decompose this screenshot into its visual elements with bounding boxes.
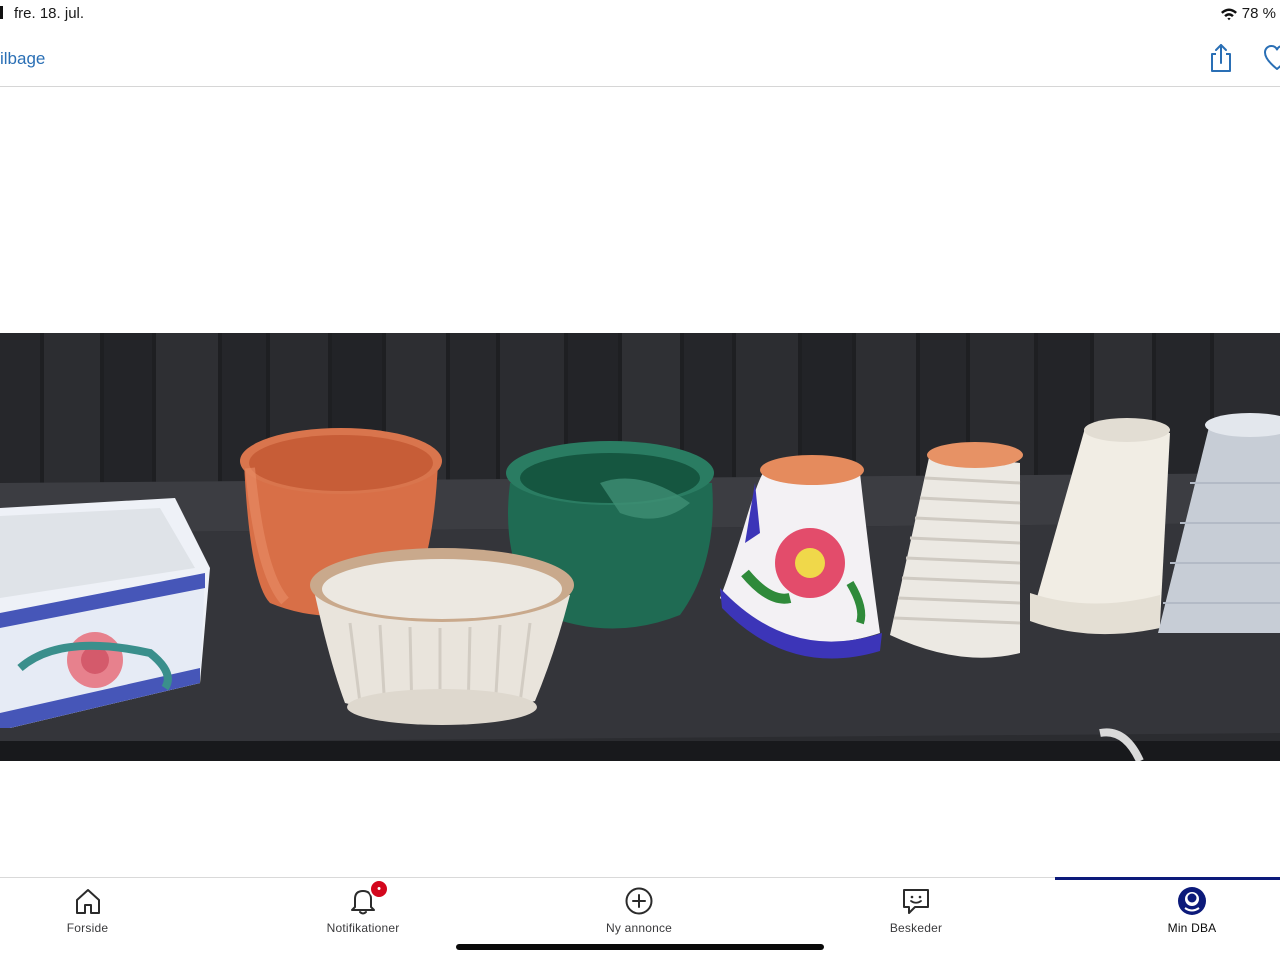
status-left: fre. 18. jul. bbox=[0, 5, 84, 22]
nav-bar: ilbage bbox=[0, 30, 1280, 87]
status-date: fre. 18. jul. bbox=[14, 5, 85, 22]
status-edge-glyph bbox=[0, 6, 3, 19]
tab-notifikationer-label: Notifikationer bbox=[326, 921, 400, 935]
tab-ny-annonce-label: Ny annonce bbox=[605, 921, 673, 935]
listing-photo[interactable] bbox=[0, 333, 1280, 761]
plus-circle-icon bbox=[625, 887, 653, 915]
tab-min-dba-label: Min DBA bbox=[1167, 921, 1217, 935]
heart-icon bbox=[1264, 45, 1280, 70]
tab-beskeder-label: Beskeder bbox=[889, 921, 943, 935]
listing-photo-art bbox=[0, 333, 1280, 761]
notification-badge: • bbox=[369, 879, 389, 899]
profile-icon bbox=[1178, 887, 1206, 915]
tab-notifikationer[interactable]: Notifikationer bbox=[270, 878, 456, 948]
status-right: 78 % bbox=[1220, 5, 1276, 22]
wifi-icon bbox=[1220, 8, 1237, 20]
home-icon bbox=[75, 889, 100, 914]
tab-forside[interactable]: Forside bbox=[0, 878, 175, 948]
share-button[interactable] bbox=[1208, 43, 1234, 73]
tab-forside-label: Forside bbox=[66, 921, 109, 935]
white-ribbed-basket-pot bbox=[310, 548, 574, 725]
battery-percentage: 78 % bbox=[1241, 5, 1276, 22]
favorite-button[interactable] bbox=[1264, 44, 1280, 72]
back-button[interactable]: ilbage bbox=[0, 49, 45, 69]
share-icon bbox=[1211, 44, 1231, 72]
home-indicator[interactable] bbox=[456, 944, 824, 950]
tab-min-dba[interactable]: Min DBA bbox=[1099, 878, 1280, 948]
tab-ny-annonce[interactable]: Ny annonce bbox=[546, 878, 732, 948]
tab-beskeder[interactable]: Beskeder bbox=[823, 878, 1009, 948]
status-bar: fre. 18. jul. 78 % bbox=[0, 0, 1280, 30]
chat-icon bbox=[903, 889, 929, 914]
